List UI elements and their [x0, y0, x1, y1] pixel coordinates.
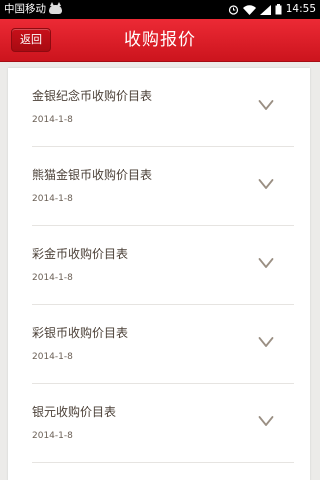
status-left: 中国移动 [4, 0, 62, 19]
item-date: 2014-1-8 [32, 352, 73, 362]
list-item[interactable]: 金银纪念币收购价目表 2014-1-8 [32, 68, 294, 147]
title-bar: 收购报价 返回 [0, 19, 320, 62]
item-date: 2014-1-8 [32, 115, 73, 125]
list-item[interactable]: 熊猫金银币收购价目表 2014-1-8 [32, 147, 294, 226]
chevron-down-icon[interactable] [258, 415, 274, 427]
signal-icon [259, 4, 271, 15]
status-time: 14:55 [285, 3, 316, 15]
back-button[interactable]: 返回 [11, 28, 51, 52]
cat-notification-icon [49, 2, 62, 14]
item-date: 2014-1-8 [32, 273, 73, 283]
price-list-card: 金银纪念币收购价目表 2014-1-8 熊猫金银币收购价目表 2014-1-8 … [8, 68, 310, 480]
item-title: 熊猫金银币收购价目表 [32, 168, 153, 182]
content-area: 金银纪念币收购价目表 2014-1-8 熊猫金银币收购价目表 2014-1-8 … [0, 62, 320, 480]
battery-icon [275, 4, 282, 15]
item-title: 银元收购价目表 [32, 405, 117, 419]
item-title: 彩金币收购价目表 [32, 247, 129, 261]
item-date: 2014-1-8 [32, 431, 73, 441]
status-bar: 中国移动 14:55 [0, 0, 320, 19]
chevron-down-icon[interactable] [258, 178, 274, 190]
item-title: 金银纪念币收购价目表 [32, 89, 153, 103]
status-right: 14:55 [228, 0, 316, 19]
chevron-down-icon[interactable] [258, 336, 274, 348]
wifi-icon [242, 4, 256, 15]
list-item[interactable]: 彩金币收购价目表 2014-1-8 [32, 226, 294, 305]
chevron-down-icon[interactable] [258, 257, 274, 269]
carrier-name: 中国移动 [4, 3, 46, 15]
chevron-down-icon[interactable] [258, 99, 274, 111]
item-title: 彩银币收购价目表 [32, 326, 129, 340]
list-item[interactable]: 银元收购价目表 2014-1-8 [32, 384, 294, 463]
item-date: 2014-1-8 [32, 194, 73, 204]
list-item[interactable]: 彩银币收购价目表 2014-1-8 [32, 305, 294, 384]
alarm-icon [228, 5, 238, 15]
